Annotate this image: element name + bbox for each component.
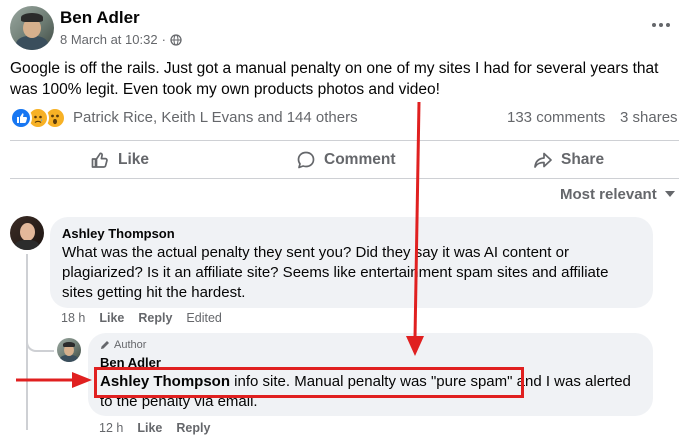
post-meta: 8 March at 10:32 · bbox=[60, 32, 182, 47]
divider-top bbox=[10, 140, 679, 141]
shares-count[interactable]: 3 shares bbox=[620, 109, 678, 126]
post-author-avatar[interactable] bbox=[10, 6, 54, 50]
reply-connector bbox=[26, 340, 54, 352]
caret-down-icon bbox=[664, 191, 675, 198]
annotation-arrow-down bbox=[406, 101, 424, 356]
author-badge: Author bbox=[100, 339, 146, 351]
share-label: Share bbox=[561, 151, 605, 168]
reply-time[interactable]: 12 h bbox=[99, 421, 123, 435]
meta-separator: · bbox=[161, 32, 166, 47]
comment-label: Comment bbox=[324, 151, 396, 168]
pencil-icon bbox=[100, 340, 110, 350]
more-horizontal-icon[interactable] bbox=[650, 18, 672, 32]
reply-like-button[interactable]: Like bbox=[137, 421, 162, 435]
like-icon bbox=[10, 107, 32, 129]
globe-icon bbox=[170, 33, 182, 46]
comment-edited: Edited bbox=[186, 311, 222, 325]
reply-author-avatar[interactable] bbox=[57, 338, 81, 362]
reply-reply-button[interactable]: Reply bbox=[176, 421, 210, 435]
post-author-name[interactable]: Ben Adler bbox=[60, 8, 140, 28]
comment-bubble: Ashley Thompson What was the actual pena… bbox=[50, 217, 653, 308]
commenter-avatar[interactable] bbox=[10, 216, 44, 250]
annotation-highlight-box bbox=[94, 367, 524, 398]
comment-text: What was the actual penalty they sent yo… bbox=[62, 244, 609, 301]
reaction-icons[interactable] bbox=[10, 107, 70, 129]
annotation-arrow-right bbox=[16, 372, 92, 388]
comments-count[interactable]: 133 comments bbox=[507, 109, 605, 126]
comment-author[interactable]: Ashley Thompson bbox=[62, 226, 175, 241]
reactors-text[interactable]: Patrick Rice, Keith L Evans and 144 othe… bbox=[73, 109, 358, 126]
divider-bottom bbox=[10, 178, 679, 179]
comment-actions: 18 h Like Reply Edited bbox=[61, 311, 222, 325]
author-badge-label: Author bbox=[114, 339, 147, 351]
comment-bubble-icon bbox=[296, 150, 316, 170]
reply-actions: 12 h Like Reply bbox=[99, 421, 210, 435]
comment-button[interactable]: Comment bbox=[296, 150, 395, 170]
post-text: Google is off the rails. Just got a manu… bbox=[10, 60, 659, 98]
share-arrow-icon bbox=[533, 150, 553, 170]
comment-reply-button[interactable]: Reply bbox=[138, 311, 172, 325]
like-label: Like bbox=[118, 151, 150, 168]
sort-dropdown[interactable]: Most relevant bbox=[560, 186, 675, 203]
share-button[interactable]: Share bbox=[533, 150, 604, 170]
sort-label: Most relevant bbox=[560, 186, 657, 203]
comment-time[interactable]: 18 h bbox=[61, 311, 85, 325]
like-button[interactable]: Like bbox=[90, 150, 149, 170]
comment-like-button[interactable]: Like bbox=[99, 311, 124, 325]
thumbs-up-icon bbox=[90, 150, 110, 170]
post-timestamp[interactable]: 8 March at 10:32 bbox=[60, 32, 158, 47]
